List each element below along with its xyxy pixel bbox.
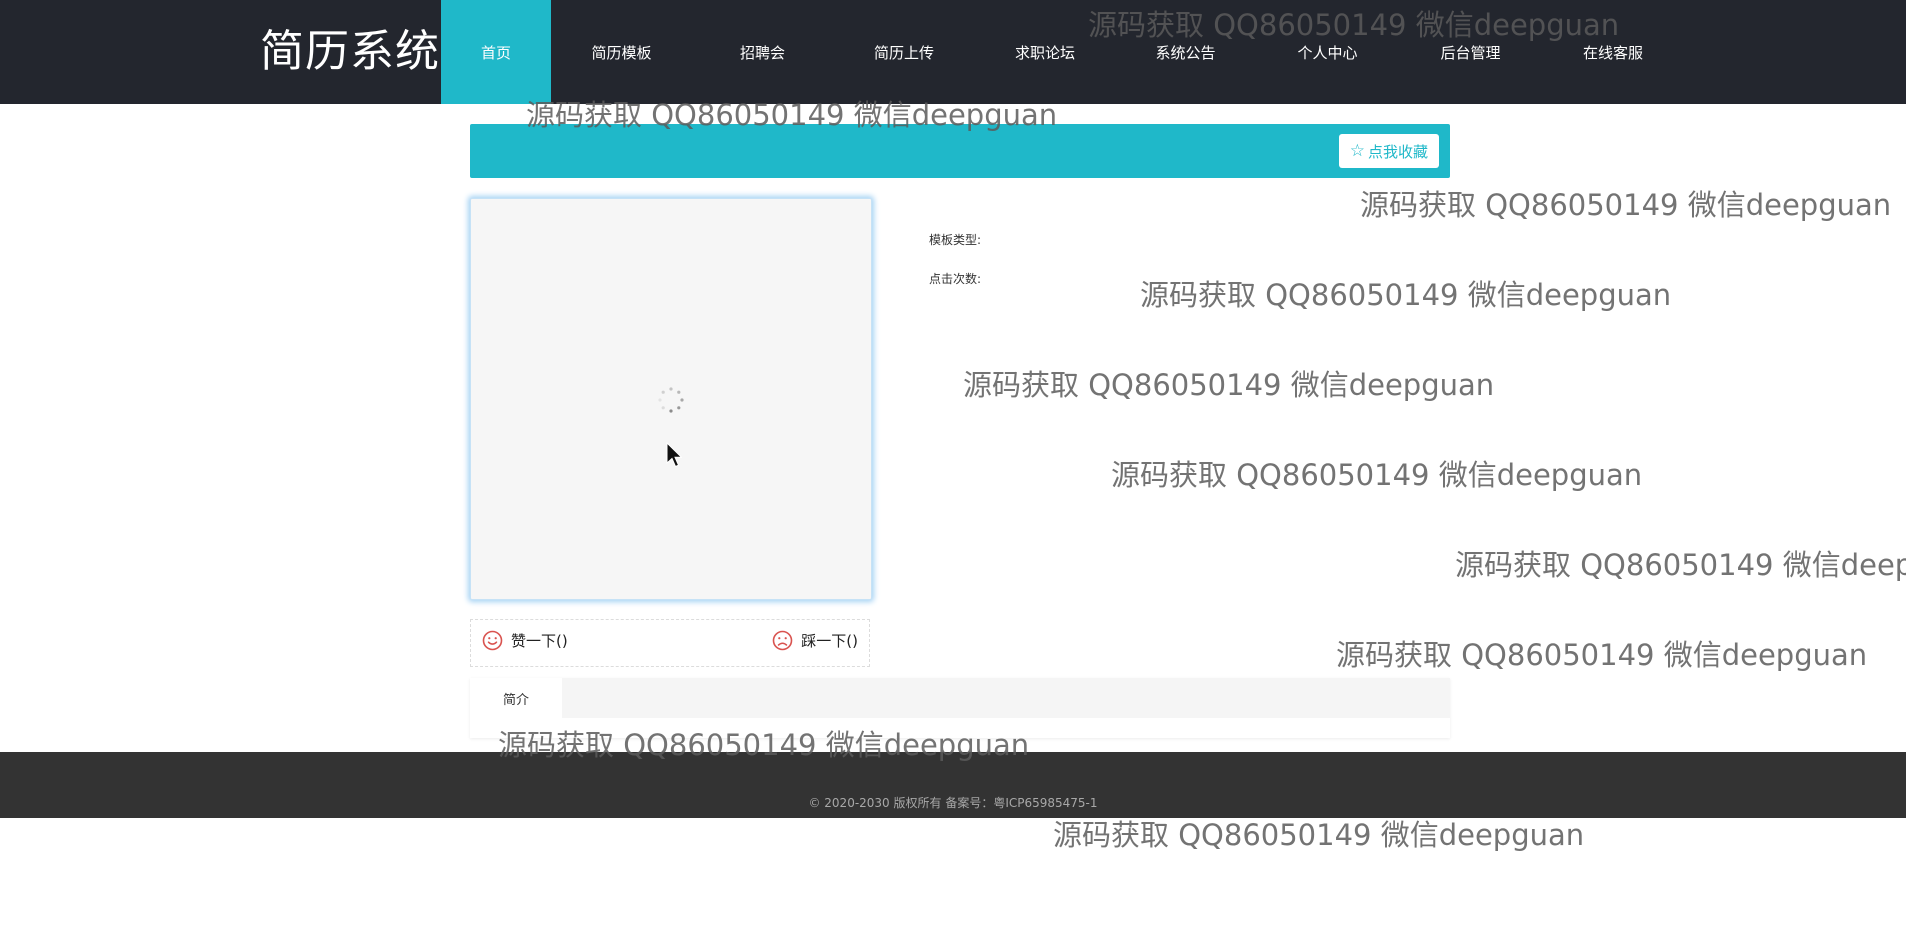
- template-type-label: 模板类型:: [929, 233, 982, 247]
- frown-icon: [772, 630, 793, 651]
- nav-item-forum[interactable]: 求职论坛: [975, 0, 1115, 104]
- template-preview-image[interactable]: [470, 198, 872, 600]
- star-outline-icon: ☆: [1349, 140, 1365, 161]
- tab-introduction[interactable]: 简介: [470, 678, 562, 718]
- detail-title-bar: ☆ 点我收藏: [470, 124, 1450, 178]
- watermark-text: 源码获取 QQ86050149 微信deepguan: [1336, 638, 1868, 672]
- watermark-text: 源码获取 QQ86050149 微信deepguan: [1455, 548, 1906, 582]
- watermark-text: 源码获取 QQ86050149 微信deepguan: [1053, 818, 1585, 852]
- dislike-label: 踩一下(): [801, 632, 858, 650]
- mouse-pointer-icon: [666, 442, 682, 468]
- like-button[interactable]: 赞一下(): [482, 630, 568, 651]
- watermark-text: 源码获取 QQ86050149 微信deepguan: [1360, 188, 1892, 222]
- favorite-button-label: 点我收藏: [1367, 142, 1428, 161]
- click-count-label: 点击次数:: [929, 272, 982, 286]
- watermark-text: 源码获取 QQ86050149 微信deepguan: [1140, 278, 1672, 312]
- page-footer: © 2020-2030 版权所有 备案号：粤ICP65985475-1: [0, 752, 1906, 818]
- copyright-text: © 2020-2030 版权所有 备案号：粤ICP65985475-1: [808, 796, 1098, 810]
- detail-tabs: 简介: [470, 678, 1450, 738]
- dislike-button[interactable]: 踩一下(): [772, 630, 858, 651]
- watermark-text: 源码获取 QQ86050149 微信deepguan: [1111, 458, 1643, 492]
- loading-spinner-icon: [658, 387, 684, 413]
- smile-icon: [482, 630, 503, 651]
- nav-item-resume-upload[interactable]: 简历上传: [833, 0, 975, 104]
- tab-bar: 简介: [470, 678, 1450, 718]
- main-nav: 首页 简历模板 招聘会 简历上传 求职论坛 系统公告 个人中心 后台管理 在线客…: [441, 0, 1684, 104]
- like-label: 赞一下(): [511, 632, 568, 650]
- nav-item-resume-templates[interactable]: 简历模板: [551, 0, 692, 104]
- nav-item-announcements[interactable]: 系统公告: [1115, 0, 1256, 104]
- nav-item-customer-service[interactable]: 在线客服: [1542, 0, 1684, 104]
- watermark-text: 源码获取 QQ86050149 微信deepguan: [963, 368, 1495, 402]
- top-navbar: 简历系统 首页 简历模板 招聘会 简历上传 求职论坛 系统公告 个人中心 后台管…: [0, 0, 1906, 104]
- vote-panel: 赞一下() 踩一下(): [470, 619, 870, 667]
- nav-item-job-fair[interactable]: 招聘会: [692, 0, 833, 104]
- nav-item-admin[interactable]: 后台管理: [1399, 0, 1542, 104]
- favorite-button[interactable]: ☆ 点我收藏: [1338, 134, 1439, 168]
- site-logo[interactable]: 简历系统: [260, 26, 440, 78]
- nav-item-home[interactable]: 首页: [441, 0, 551, 104]
- nav-item-user-center[interactable]: 个人中心: [1256, 0, 1399, 104]
